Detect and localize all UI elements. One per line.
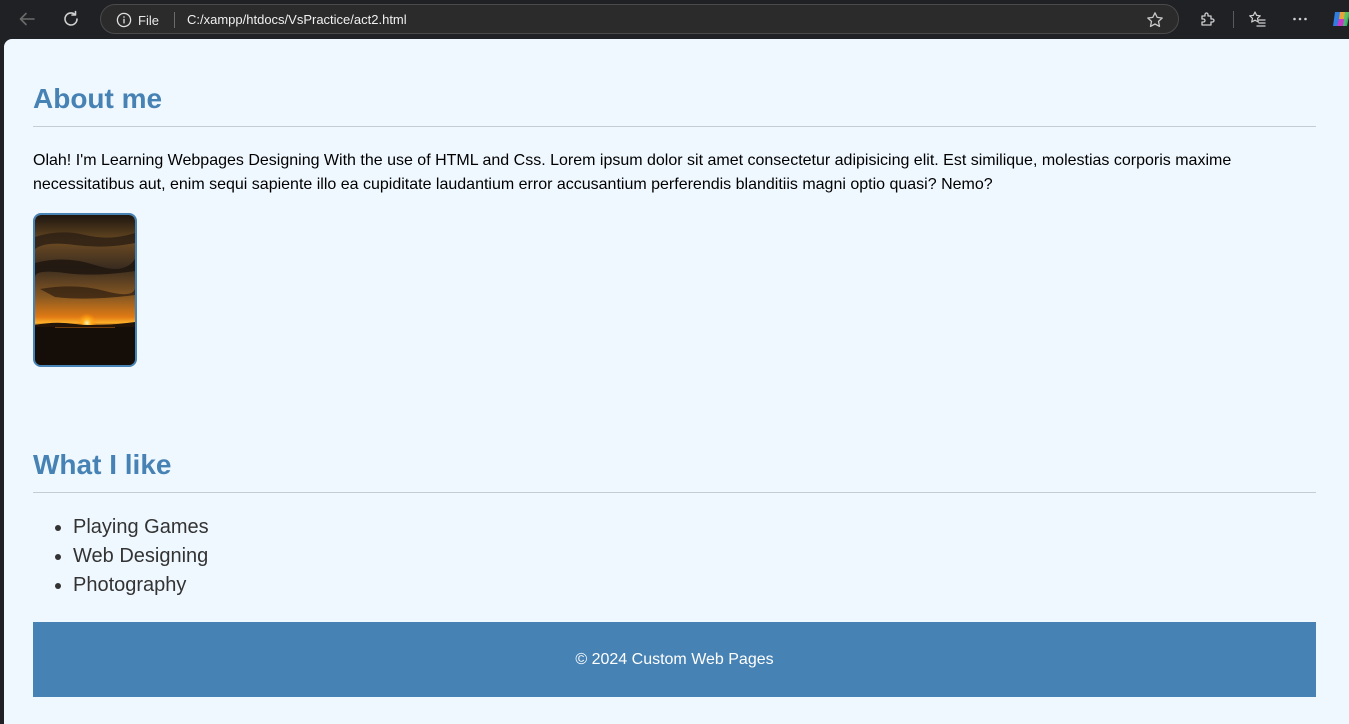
back-icon bbox=[19, 12, 35, 26]
sunset-image bbox=[35, 215, 135, 365]
list-item: Playing Games bbox=[73, 513, 209, 542]
favorites-button[interactable] bbox=[1243, 5, 1271, 33]
site-info-button[interactable]: File bbox=[116, 11, 159, 29]
toolbar-divider bbox=[1233, 11, 1234, 28]
browser-toolbar: File C:/xampp/htdocs/VsPractice/act2.htm… bbox=[0, 0, 1349, 38]
site-info-label: File bbox=[138, 12, 159, 28]
more-icon bbox=[1293, 17, 1307, 21]
info-icon bbox=[116, 12, 132, 28]
about-heading-divider bbox=[33, 126, 1316, 127]
list-item: Web Designing bbox=[73, 542, 209, 571]
extensions-icon bbox=[1201, 12, 1215, 26]
footer-text: © 2024 Custom Web Pages bbox=[575, 650, 774, 668]
reload-button[interactable] bbox=[57, 5, 85, 33]
address-bar[interactable]: File C:/xampp/htdocs/VsPractice/act2.htm… bbox=[100, 4, 1179, 34]
back-button[interactable] bbox=[13, 5, 41, 33]
likes-section: What I like bbox=[33, 449, 171, 481]
about-text: Olah! I'm Learning Webpages Designing Wi… bbox=[33, 152, 1232, 193]
page-viewport: About me Olah! I'm Learning Webpages Des… bbox=[4, 39, 1349, 724]
likes-heading: What I like bbox=[33, 449, 172, 480]
url-text[interactable]: C:/xampp/htdocs/VsPractice/act2.html bbox=[187, 11, 407, 29]
about-section: About me bbox=[33, 83, 162, 115]
favorites-icon bbox=[1249, 11, 1266, 27]
favorite-button[interactable] bbox=[1146, 11, 1164, 34]
extensions-button[interactable] bbox=[1194, 5, 1222, 33]
reload-icon bbox=[64, 10, 78, 26]
about-heading: About me bbox=[33, 83, 163, 114]
sunset-photo bbox=[33, 213, 137, 367]
copilot-button[interactable] bbox=[1331, 8, 1349, 30]
copilot-icon bbox=[1333, 12, 1349, 26]
likes-heading-divider bbox=[33, 492, 1316, 493]
more-button[interactable] bbox=[1286, 5, 1314, 33]
star-icon bbox=[1147, 12, 1163, 28]
list-item: Photography bbox=[73, 571, 209, 600]
likes-list: Playing Games Web Designing Photography bbox=[33, 513, 209, 600]
address-bar-divider bbox=[174, 12, 175, 28]
page-footer: © 2024 Custom Web Pages bbox=[33, 622, 1316, 697]
